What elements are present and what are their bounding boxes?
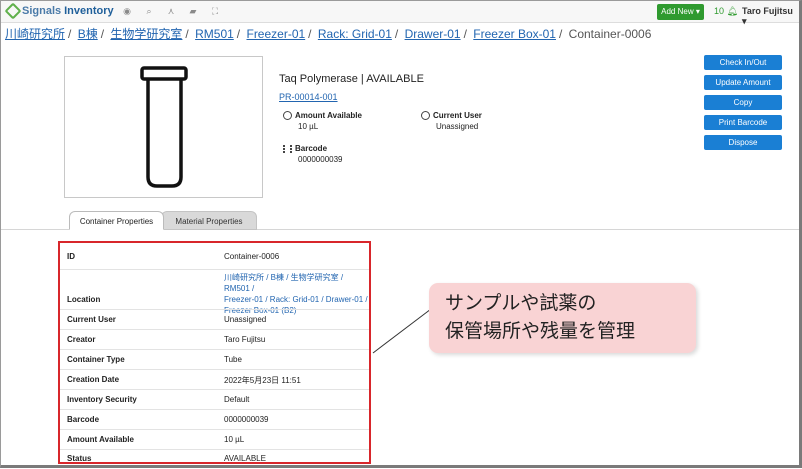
- app-window: Signals Inventory ◉ ⌕ ⋏ ▰ ⛶ Add New ▾ 10 …: [0, 0, 802, 468]
- annotation-callout: サンプルや試薬の 保管場所や残量を管理: [429, 283, 696, 353]
- callout-line-2: 保管場所や残量を管理: [445, 321, 636, 342]
- callout-line-1: サンプルや試薬の: [445, 293, 597, 314]
- callout-pointer-line: [372, 308, 432, 354]
